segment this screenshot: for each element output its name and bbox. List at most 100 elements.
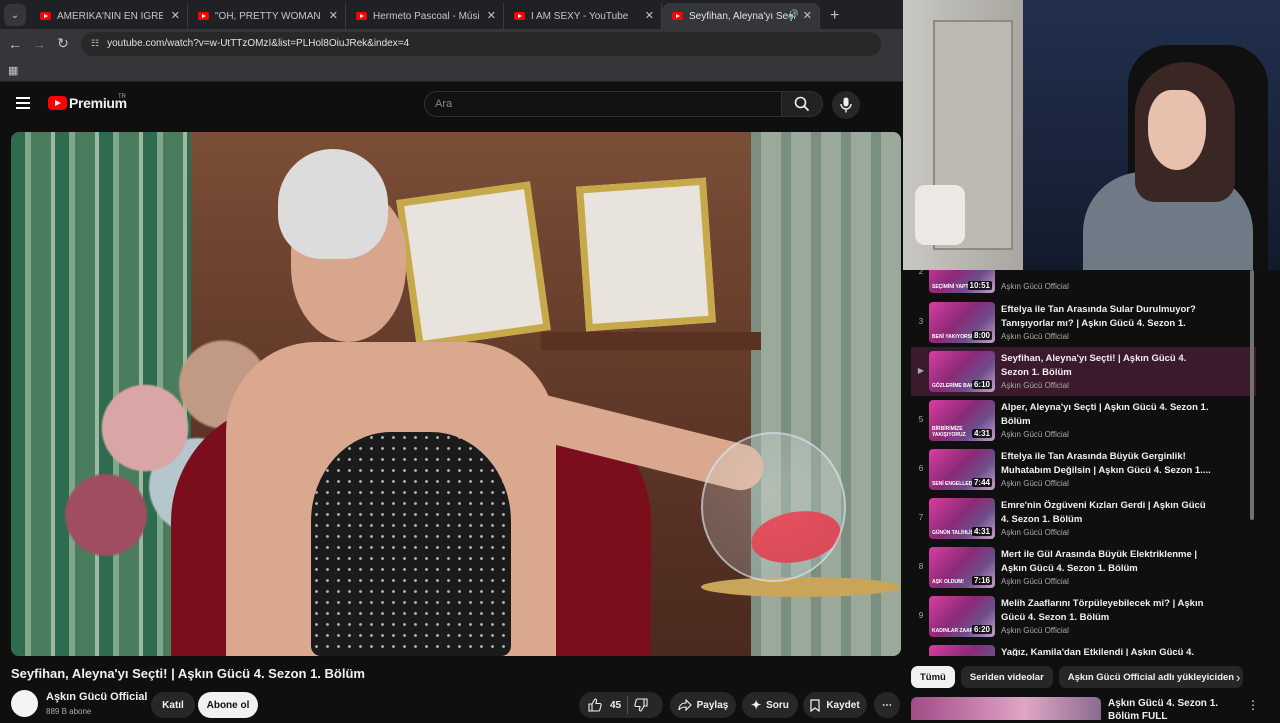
youtube-premium-logo[interactable]: Premium <box>48 95 127 111</box>
playlist-item-title[interactable]: Eftelya ile Tan Arasında Büyük Gerginlik… <box>1001 450 1216 478</box>
playlist-item-thumbnail[interactable]: GÜNÜN TALİHLİSİ! 4:31 <box>929 498 995 539</box>
apps-grid-icon[interactable]: ▦ <box>8 64 18 77</box>
tab-title: Seyfihan, Aleyna'yı Seçti! | A <box>689 10 795 22</box>
playlist-panel: 2 SEÇİMİNİ YAPTI 10:51 Aşkın Gücü Offici… <box>911 270 1256 656</box>
playlist-item-title[interactable]: Mert ile Gül Arasında Büyük Elektriklenm… <box>1001 548 1216 576</box>
playlist-item[interactable]: 6 SENİ ENGELLEDİM! 7:44 Eftelya ile Tan … <box>911 445 1256 494</box>
browser-tab-active[interactable]: Seyfihan, Aleyna'yı Seçti! | A 🔊 ✕ <box>662 3 820 29</box>
search-input[interactable]: Ara <box>424 91 782 117</box>
duration-badge: 7:44 <box>971 478 992 487</box>
site-info-icon[interactable]: ☷ <box>91 38 99 49</box>
video-frame-hair <box>278 149 388 259</box>
playlist-item-title[interactable]: Seyfihan, Aleyna'yı Seçti! | Aşkın Gücü … <box>1001 352 1216 380</box>
youtube-favicon-icon <box>40 12 51 20</box>
ask-button[interactable]: ✦ Soru <box>742 692 798 718</box>
tab-search-chevron-icon[interactable]: ⌄ <box>4 4 26 26</box>
more-actions-icon[interactable]: ⋯ <box>874 692 900 718</box>
webcam-overlay <box>903 0 1280 270</box>
video-frame-shelf <box>541 332 761 350</box>
playlist-item-thumbnail[interactable]: BİRBİRİMİZE YAKIŞIYORUZ 4:31 <box>929 400 995 441</box>
youtube-favicon-icon <box>198 12 209 20</box>
playlist-item-title[interactable]: Emre'nin Özgüveni Kızları Gerdi | Aşkın … <box>1001 499 1216 527</box>
chip-all[interactable]: Tümü <box>911 666 955 688</box>
logo-country-code: TR <box>118 94 126 100</box>
playlist-item[interactable]: 9 KADINLAR ZAAFIM 6:20 Melih Zaaflarını … <box>911 592 1256 641</box>
playlist-item-thumbnail[interactable]: SEÇİMİNİ YAPTI 10:51 <box>929 270 995 293</box>
chevron-right-icon[interactable]: › <box>1236 670 1240 685</box>
channel-name[interactable]: Aşkın Gücü Official <box>46 691 147 703</box>
video-frame-dress-pattern <box>311 432 511 656</box>
playlist-scrollbar[interactable] <box>1250 270 1254 520</box>
playlist-item-title[interactable]: Yağız, Kamila'dan Etkilendi | Aşkın Gücü… <box>1001 646 1216 656</box>
chip-uploader[interactable]: Aşkın Gücü Official adlı yükleyiciden <box>1058 666 1244 688</box>
playlist-item-channel: Aşkın Gücü Official <box>1001 381 1069 390</box>
duration-badge: 4:31 <box>971 527 992 536</box>
join-button[interactable]: Katıl <box>151 692 195 718</box>
tab-close-icon[interactable]: ✕ <box>645 9 654 22</box>
playlist-item[interactable]: 7 GÜNÜN TALİHLİSİ! 4:31 Emre'nin Özgüven… <box>911 494 1256 543</box>
playlist-item-channel: Aşkın Gücü Official <box>1001 479 1069 488</box>
webcam-mug <box>915 185 965 245</box>
audio-playing-icon[interactable]: 🔊 <box>788 9 799 20</box>
playlist-item-thumbnail[interactable]: KADINLAR ZAAFIM 6:20 <box>929 596 995 637</box>
subscribe-button[interactable]: Abone ol <box>198 692 258 718</box>
thumbs-down-icon[interactable] <box>634 698 648 712</box>
browser-tab[interactable]: I AM SEXY - YouTube ✕ <box>504 3 662 29</box>
channel-avatar[interactable] <box>11 690 38 717</box>
tab-close-icon[interactable]: ✕ <box>803 9 812 22</box>
thumbs-up-icon[interactable] <box>588 698 602 712</box>
playlist-item-title[interactable]: Eftelya ile Tan Arasında Sular Durulmuyo… <box>1001 303 1216 331</box>
video-player[interactable] <box>11 132 901 656</box>
save-button[interactable]: Kaydet <box>803 692 867 718</box>
back-arrow-icon[interactable]: ← <box>3 36 27 52</box>
playlist-item[interactable]: 2 SEÇİMİNİ YAPTI 10:51 Aşkın Gücü Offici… <box>911 270 1256 297</box>
chip-series[interactable]: Seriden videolar <box>960 666 1053 688</box>
forward-arrow-icon[interactable]: → <box>27 36 51 52</box>
thumbnail-caption: SEÇİMİNİ YAPTI <box>932 284 970 290</box>
thumbnail-caption: AŞK OLDUM! <box>932 579 964 585</box>
playlist-item-title[interactable]: Alper, Aleyna'yı Seçti | Aşkın Gücü 4. S… <box>1001 401 1216 429</box>
share-button[interactable]: Paylaş <box>670 692 736 718</box>
browser-tab[interactable]: AMERİKA'NIN EN İĞRENÇ PRO ✕ <box>30 3 188 29</box>
playlist-item-channel: Aşkın Gücü Official <box>1001 626 1069 635</box>
playlist-item-current[interactable]: ▶ GÖZLERİME BAKSANA! 6:10 Seyfihan, Aley… <box>911 347 1256 396</box>
tab-close-icon[interactable]: ✕ <box>171 9 180 22</box>
playlist-item-thumbnail[interactable]: BENİ YAKIYORSUN 8:00 <box>929 302 995 343</box>
tab-close-icon[interactable]: ✕ <box>329 9 338 22</box>
browser-tab[interactable]: Hermeto Pascoal - Música da L ✕ <box>346 3 504 29</box>
playlist-item-index: 2 <box>918 270 924 276</box>
youtube-favicon-icon <box>356 12 367 20</box>
duration-badge: 4:31 <box>971 429 992 438</box>
search-button[interactable] <box>781 91 823 117</box>
browser-tab-bar: ⌄ AMERİKA'NIN EN İĞRENÇ PRO ✕ "OH, PRETT… <box>0 0 903 29</box>
youtube-header: Premium TR Ara <box>0 82 903 128</box>
recommendation-title[interactable]: Aşkın Gücü 4. Sezon 1. Bölüm FULL <box>1108 697 1238 723</box>
playlist-item[interactable]: 10 Yağız, Kamila'dan Etkilendi | Aşkın G… <box>911 641 1256 656</box>
playlist-item-thumbnail[interactable]: SENİ ENGELLEDİM! 7:44 <box>929 449 995 490</box>
recommendation-thumbnail[interactable] <box>911 697 1101 720</box>
share-label: Paylaş <box>696 699 729 711</box>
address-bar[interactable]: ☷ youtube.com/watch?v=w-UtTTzOMzI&list=P… <box>81 31 881 56</box>
like-count[interactable]: 45 <box>610 700 621 711</box>
tab-close-icon[interactable]: ✕ <box>487 9 496 22</box>
playlist-item[interactable]: 5 BİRBİRİMİZE YAKIŞIYORUZ 4:31 Alper, Al… <box>911 396 1256 445</box>
playlist-item-thumbnail[interactable]: AŞK OLDUM! 7:16 <box>929 547 995 588</box>
playlist-item-title[interactable]: Melih Zaaflarını Törpüleyebilecek mi? | … <box>1001 597 1216 625</box>
playlist-item[interactable]: 8 AŞK OLDUM! 7:16 Mert ile Gül Arasında … <box>911 543 1256 592</box>
browser-tab[interactable]: "OH, PRETTY WOMAN" - Roy C ✕ <box>188 3 346 29</box>
duration-badge: 6:20 <box>971 625 992 634</box>
menu-icon[interactable] <box>16 97 30 109</box>
new-tab-icon[interactable]: + <box>830 7 839 25</box>
tab-title: I AM SEXY - YouTube <box>531 10 629 22</box>
voice-search-button[interactable] <box>832 91 860 119</box>
tab-title: AMERİKA'NIN EN İĞRENÇ PRO <box>57 10 163 22</box>
playlist-item-thumbnail[interactable] <box>929 645 995 656</box>
duration-badge: 6:10 <box>971 380 992 389</box>
bookmarks-bar: ▦ <box>0 58 903 82</box>
playlist-item[interactable]: 3 BENİ YAKIYORSUN 8:00 Eftelya ile Tan A… <box>911 298 1256 347</box>
playlist-item-thumbnail[interactable]: GÖZLERİME BAKSANA! 6:10 <box>929 351 995 392</box>
playlist-item-index: 6 <box>918 464 924 473</box>
reload-icon[interactable]: ↻ <box>51 35 75 52</box>
playlist-item-index: 7 <box>918 513 924 522</box>
more-vert-icon[interactable]: ⋮ <box>1247 698 1259 712</box>
